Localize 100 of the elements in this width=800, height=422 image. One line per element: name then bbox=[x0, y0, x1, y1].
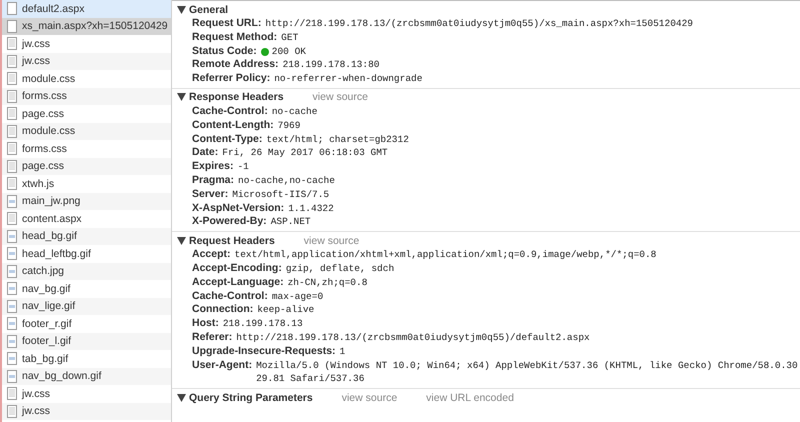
view-link[interactable]: view source bbox=[312, 91, 368, 104]
header-value: 1 bbox=[340, 344, 346, 359]
file-item[interactable]: xs_main.aspx?xh=1505120429 bbox=[2, 18, 171, 35]
file-item[interactable]: page.css bbox=[2, 105, 171, 122]
header-value: http://218.199.178.13/(zrcbsmm0at0iudysytjm0q55)/xs_main.aspx?xh=1505120429 bbox=[265, 17, 694, 31]
file-item[interactable]: jw.css bbox=[2, 385, 171, 402]
image-file-icon bbox=[7, 352, 17, 366]
expand-triangle-icon[interactable] bbox=[177, 236, 186, 245]
section-title[interactable]: Request Headers bbox=[189, 234, 275, 247]
image-file-icon bbox=[7, 300, 17, 313]
file-item[interactable]: jw.css bbox=[2, 402, 171, 420]
header-value: Microsoft-IIS/7.5 bbox=[232, 188, 330, 202]
header-value: zh-CN,zh;q=0.8 bbox=[288, 276, 368, 290]
header-name: Request URL: bbox=[192, 17, 262, 31]
file-item[interactable]: jw.css bbox=[2, 52, 171, 70]
header-value: 218.199.178.13 bbox=[222, 317, 304, 331]
image-file-icon bbox=[7, 230, 17, 243]
file-icon bbox=[7, 212, 17, 226]
expand-triangle-icon[interactable] bbox=[177, 93, 186, 102]
header-value: Fri, 26 May 2017 06:18:03 GMT bbox=[222, 146, 389, 160]
status-dot-icon bbox=[260, 48, 269, 56]
section-title[interactable]: Response Headers bbox=[189, 91, 284, 104]
header-name: Date: bbox=[192, 146, 218, 160]
file-item[interactable]: nav_bg.gif bbox=[2, 280, 171, 298]
header-value: gzip, deflate, sdch bbox=[286, 262, 396, 276]
file-item[interactable]: head_bg.gif bbox=[2, 228, 171, 245]
file-icon bbox=[7, 37, 17, 50]
header-value: text/html,application/xhtml+xml,application/xml;q=0.9,image/webp,*/*;q=0.8 bbox=[234, 248, 658, 262]
header-name: Accept: bbox=[192, 248, 231, 262]
file-item[interactable]: forms.css bbox=[2, 140, 171, 158]
header-name: User-Agent: bbox=[192, 358, 252, 372]
file-icon bbox=[7, 142, 17, 156]
file-icon bbox=[7, 72, 17, 86]
image-file-icon bbox=[7, 334, 17, 348]
file-icon bbox=[7, 124, 17, 138]
header-name: X-AspNet-Version: bbox=[192, 202, 284, 216]
image-file-icon bbox=[7, 282, 17, 296]
file-item[interactable]: footer_l.gif bbox=[2, 332, 171, 350]
file-item[interactable]: module.css bbox=[2, 70, 171, 88]
file-item[interactable]: module.css bbox=[2, 122, 171, 140]
file-item[interactable]: default2.aspx bbox=[2, 0, 171, 18]
file-icon bbox=[7, 2, 17, 16]
file-icon bbox=[7, 107, 17, 120]
file-item[interactable]: footer_r.gif bbox=[2, 315, 171, 332]
header-value: Mozilla/5.0 (Windows NT 10.0; Win64; x64) AppleWebKit/537.36 (KHTML, like Gecko) Chrome/58.0.3029.81 Safari/537.36 bbox=[256, 358, 799, 386]
header-value: ASP.NET bbox=[270, 215, 312, 230]
header-name: Server: bbox=[192, 188, 228, 202]
header-name: Upgrade-Insecure-Requests: bbox=[192, 344, 336, 359]
header-name: Request Method: bbox=[192, 30, 278, 45]
view-link[interactable]: view source bbox=[304, 234, 360, 247]
header-name: Content-Type: bbox=[192, 132, 262, 146]
file-item[interactable]: page.css bbox=[2, 158, 171, 175]
header-name: Referer: bbox=[192, 330, 232, 345]
header-name: Connection: bbox=[192, 303, 254, 318]
file-item[interactable]: main_jw.png bbox=[2, 192, 171, 210]
file-item[interactable]: tab_bg.gif bbox=[2, 350, 171, 368]
section-title[interactable]: Query String Parameters bbox=[189, 392, 313, 404]
file-item[interactable]: head_leftbg.gif bbox=[2, 245, 171, 262]
header-value: 218.199.178.13:80 bbox=[282, 58, 380, 72]
file-item[interactable]: catch.jpg bbox=[2, 262, 171, 280]
header-value: no-referrer-when-downgrade bbox=[274, 72, 424, 86]
header-name: Cache-Control: bbox=[192, 290, 268, 304]
file-item[interactable]: nav_bg_down.gif bbox=[2, 368, 171, 385]
header-value: http://218.199.178.13/(zrcbsmm0at0iudysytjm0q55)/default2.aspx bbox=[236, 330, 591, 345]
header-value: 200 OK bbox=[272, 44, 307, 58]
header-value: no-cache bbox=[272, 104, 318, 119]
section-title[interactable]: General bbox=[189, 4, 228, 16]
file-icon bbox=[7, 20, 17, 33]
file-icon bbox=[7, 54, 17, 68]
header-value: -1 bbox=[237, 160, 250, 174]
image-file-icon bbox=[7, 264, 17, 278]
header-name: Accept-Encoding: bbox=[192, 262, 282, 276]
file-item[interactable]: forms.css bbox=[2, 88, 171, 105]
file-icon bbox=[7, 177, 17, 190]
image-file-icon bbox=[7, 194, 17, 208]
header-value: text/html; charset=gb2312 bbox=[266, 132, 410, 146]
header-value: GET bbox=[281, 30, 300, 45]
view-link[interactable]: view source bbox=[342, 392, 398, 404]
header-value: no-cache,no-cache bbox=[238, 174, 336, 188]
header-name: Content-Length: bbox=[192, 118, 274, 133]
header-name: Status Code: bbox=[192, 44, 257, 58]
header-value: 7969 bbox=[278, 118, 302, 133]
image-file-icon bbox=[7, 370, 17, 383]
file-icon bbox=[7, 387, 17, 400]
view-link[interactable]: view URL encoded bbox=[426, 392, 514, 404]
file-icon bbox=[7, 404, 17, 418]
expand-triangle-icon[interactable] bbox=[177, 394, 186, 402]
header-name: Cache-Control: bbox=[192, 104, 268, 119]
header-value: 1.1.4322 bbox=[288, 202, 335, 216]
header-name: Referrer Policy: bbox=[192, 72, 270, 86]
file-item[interactable]: jw.css bbox=[2, 35, 171, 52]
file-item[interactable]: content.aspx bbox=[2, 210, 171, 228]
header-name: Pragma: bbox=[192, 174, 234, 188]
file-item[interactable]: xtwh.js bbox=[2, 175, 171, 192]
file-icon bbox=[7, 160, 17, 173]
file-icon bbox=[7, 90, 17, 103]
header-value: max-age=0 bbox=[272, 290, 324, 304]
header-value: keep-alive bbox=[257, 303, 316, 318]
expand-triangle-icon[interactable] bbox=[177, 6, 186, 14]
file-item[interactable]: nav_lige.gif bbox=[2, 298, 171, 315]
